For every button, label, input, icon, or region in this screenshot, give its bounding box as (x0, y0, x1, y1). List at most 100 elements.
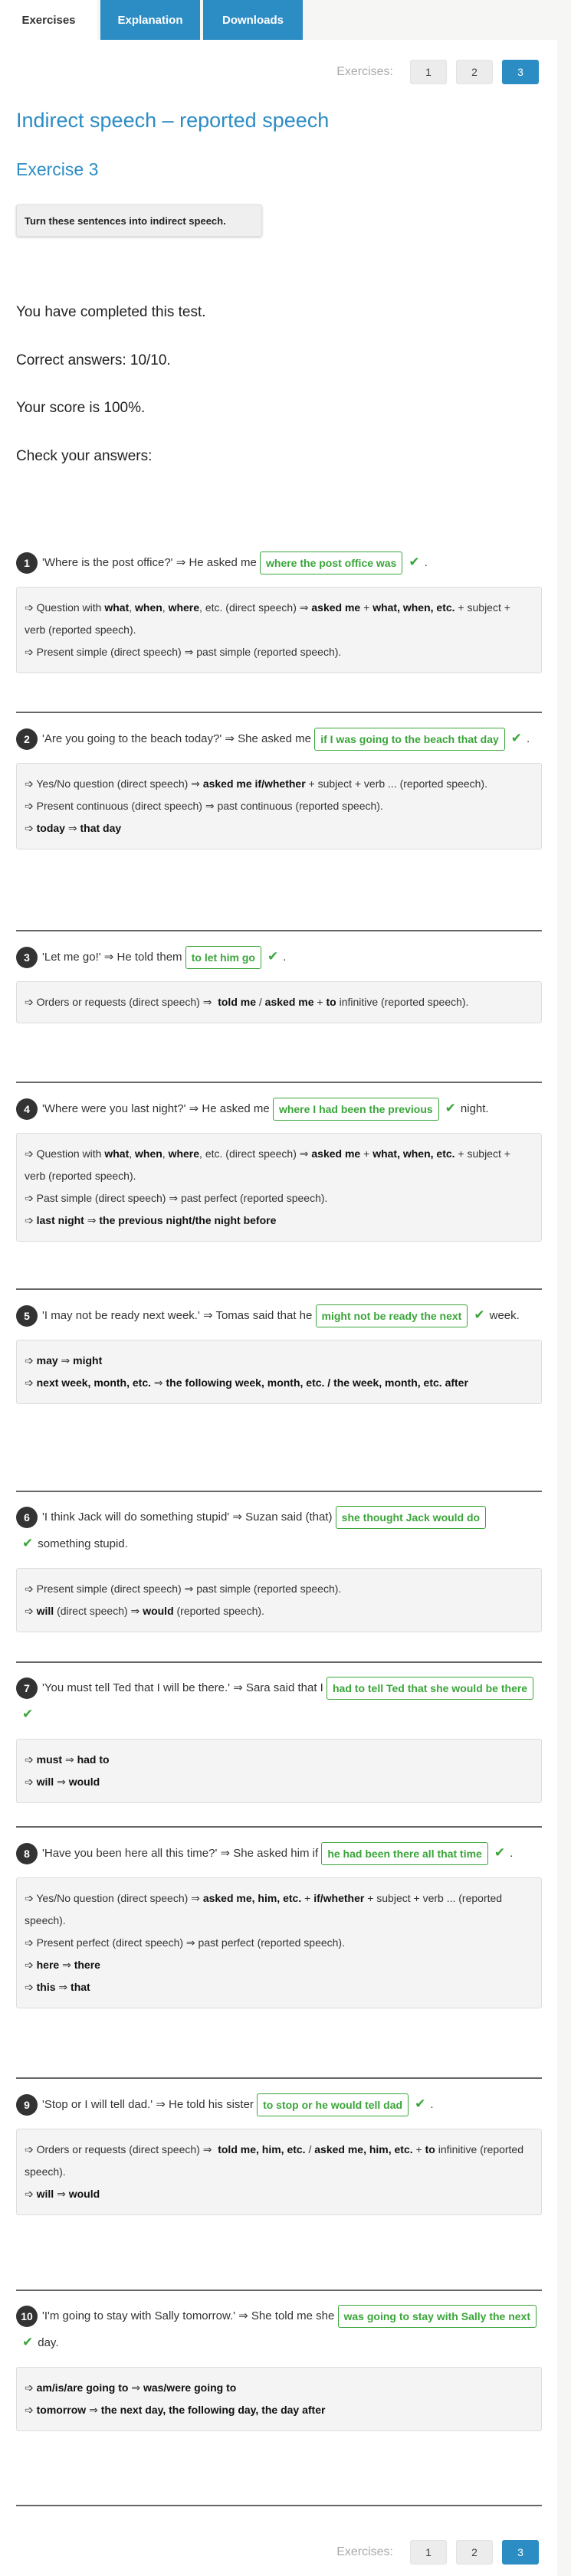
question-prompt: 'Where were you last night?' ⇒ He asked … (42, 1102, 270, 1115)
question-item: 4 'Where were you last night?' ⇒ He asked… (0, 1095, 557, 1242)
answer-field[interactable]: she thought Jack would do (335, 1506, 487, 1530)
question-suffix: . (283, 951, 287, 964)
exercise-panel: Exercises: 1 2 3 Indirect speech – repor… (0, 40, 557, 2576)
question-item: 7 'You must tell Ted that I will be there… (0, 1675, 557, 1803)
explanation-box: ➩ Yes/No question (direct speech) ⇒ aske… (16, 763, 542, 849)
divider (16, 1288, 542, 1290)
check-icon: ✔ (22, 1536, 34, 1550)
explanation-line: ➩ Yes/No question (direct speech) ⇒ aske… (25, 777, 487, 790)
explanation-box: ➩ may ⇒ might ➩ next week, month, etc. ⇒ … (16, 1340, 542, 1404)
explanation-line: ➩ Orders or requests (direct speech) ⇒ t… (25, 996, 469, 1008)
explanation-line: ➩ will ⇒ would (25, 1776, 100, 1788)
explanation-line: ➩ Present simple (direct speech) ⇒ past … (25, 646, 342, 658)
check-icon: ✔ (510, 731, 523, 745)
answer-field[interactable]: he had been there all that time (321, 1842, 488, 1866)
question-number: 9 (16, 2094, 38, 2116)
question-line: 3 'Let me go!' ⇒ He told them to let him … (0, 944, 557, 971)
check-icon: ✔ (267, 949, 279, 964)
pager-top: Exercises: 1 2 3 (336, 60, 539, 84)
explanation-box: ➩ Present simple (direct speech) ⇒ past … (16, 1568, 542, 1632)
question-number: 8 (16, 1843, 38, 1865)
explanation-line: ➩ Past simple (direct speech) ⇒ past per… (25, 1192, 328, 1204)
pager-label: Exercises: (336, 2545, 393, 2558)
question-item: 5 'I may not be ready next week.' ⇒ Tomas… (0, 1302, 557, 1404)
answer-field[interactable]: might not be ready the next (315, 1304, 468, 1328)
question-number: 2 (16, 728, 38, 751)
question-number: 10 (16, 2306, 38, 2328)
page-button-1[interactable]: 1 (410, 60, 447, 84)
question-number: 3 (16, 947, 38, 969)
divider (16, 2290, 542, 2291)
question-prompt: 'You must tell Ted that I will be there.… (42, 1681, 323, 1694)
question-suffix: night. (460, 1102, 489, 1115)
explanation-box: ➩ Orders or requests (direct speech) ⇒ t… (16, 2129, 542, 2215)
question-item: 10 'I'm going to stay with Sally tomorrow… (0, 2303, 557, 2431)
explanation-line: ➩ Orders or requests (direct speech) ⇒ t… (25, 2143, 524, 2178)
explanation-line: ➩ am/is/are going to ⇒ was/were going to (25, 2381, 237, 2394)
page-button-3[interactable]: 3 (502, 60, 539, 84)
check-icon: ✔ (22, 2335, 34, 2349)
result-completed: You have completed this test. (16, 304, 206, 320)
question-suffix: week. (489, 1309, 520, 1322)
answer-field[interactable]: where the post office was (260, 552, 403, 575)
question-line: 2 'Are you going to the beach today?' ⇒ S… (0, 725, 557, 752)
explanation-line: ➩ will (direct speech) ⇒ would (reported… (25, 1605, 264, 1617)
question-item: 9 'Stop or I will tell dad.' ⇒ He told hi… (0, 2091, 557, 2215)
question-item: 6 'I think Jack will do something stupid'… (0, 1504, 557, 1632)
answer-field[interactable]: to stop or he would tell dad (257, 2093, 409, 2117)
question-line: 10 'I'm going to stay with Sally tomorrow… (0, 2303, 557, 2356)
explanation-line: ➩ may ⇒ might (25, 1354, 103, 1367)
divider (16, 1826, 542, 1828)
tab-explanation[interactable]: Explanation (100, 0, 200, 40)
question-line: 4 'Where were you last night?' ⇒ He asked… (0, 1095, 557, 1122)
answer-field[interactable]: was going to stay with Sally the next (337, 2305, 537, 2329)
question-suffix: day. (38, 2336, 59, 2349)
tab-exercises[interactable]: Exercises (0, 0, 97, 40)
question-prompt: 'I'm going to stay with Sally tomorrow.'… (42, 2309, 335, 2322)
explanation-line: ➩ tomorrow ⇒ the next day, the following… (25, 2404, 326, 2416)
explanation-line: ➩ must ⇒ had to (25, 1753, 110, 1766)
check-icon: ✔ (415, 2096, 426, 2111)
divider (16, 2505, 542, 2506)
exercise-title: Exercise 3 (16, 159, 99, 179)
explanation-line: ➩ last night ⇒ the previous night/the ni… (25, 1214, 277, 1226)
question-prompt: 'Have you been here all this time?' ⇒ Sh… (42, 1847, 319, 1860)
question-line: 6 'I think Jack will do something stupid'… (0, 1504, 557, 1557)
explanation-box: ➩ Orders or requests (direct speech) ⇒ t… (16, 981, 542, 1023)
page-button-3[interactable]: 3 (502, 2540, 539, 2565)
instruction-box: Turn these sentences into indirect speec… (16, 205, 262, 237)
explanation-line: ➩ Present continuous (direct speech) ⇒ p… (25, 800, 383, 812)
page-button-1[interactable]: 1 (410, 2540, 447, 2565)
check-icon: ✔ (22, 1707, 34, 1721)
answer-field[interactable]: to let him go (185, 946, 261, 970)
result-correct: Correct answers: 10/10. (16, 352, 171, 368)
page-button-2[interactable]: 2 (456, 60, 493, 84)
answer-field[interactable]: where I had been the previous (272, 1098, 439, 1121)
explanation-line: ➩ here ⇒ there (25, 1959, 100, 1971)
answer-field[interactable]: if I was going to the beach that day (314, 728, 505, 751)
explanation-line: ➩ Present perfect (direct speech) ⇒ past… (25, 1936, 345, 1949)
question-prompt: 'I may not be ready next week.' ⇒ Tomas … (42, 1309, 313, 1322)
pager-label: Exercises: (336, 65, 393, 78)
question-line: 9 'Stop or I will tell dad.' ⇒ He told hi… (0, 2091, 557, 2118)
explanation-line: ➩ Question with what, when, where, etc. … (25, 601, 510, 636)
question-prompt: 'I think Jack will do something stupid' … (42, 1511, 333, 1524)
explanation-line: ➩ next week, month, etc. ⇒ the following… (25, 1376, 468, 1389)
question-line: 7 'You must tell Ted that I will be there… (0, 1675, 557, 1728)
explanation-box: ➩ must ⇒ had to ➩ will ⇒ would (16, 1739, 542, 1803)
explanation-box: ➩ am/is/are going to ⇒ was/were going to… (16, 2367, 542, 2431)
question-item: 1 'Where is the post office?' ⇒ He asked … (0, 549, 557, 673)
result-score: Your score is 100%. (16, 400, 146, 416)
tab-downloads[interactable]: Downloads (203, 0, 303, 40)
answer-field[interactable]: had to tell Ted that she would be there (327, 1677, 534, 1700)
question-number: 4 (16, 1098, 38, 1121)
result-check: Check your answers: (16, 448, 153, 464)
explanation-line: ➩ today ⇒ that day (25, 822, 122, 834)
page-button-2[interactable]: 2 (456, 2540, 493, 2565)
question-prompt: 'Where is the post office?' ⇒ He asked m… (42, 556, 257, 569)
check-icon: ✔ (445, 1101, 456, 1115)
divider (16, 712, 542, 713)
check-icon: ✔ (474, 1308, 485, 1322)
question-suffix: something stupid. (38, 1537, 128, 1550)
question-item: 2 'Are you going to the beach today?' ⇒ S… (0, 725, 557, 849)
